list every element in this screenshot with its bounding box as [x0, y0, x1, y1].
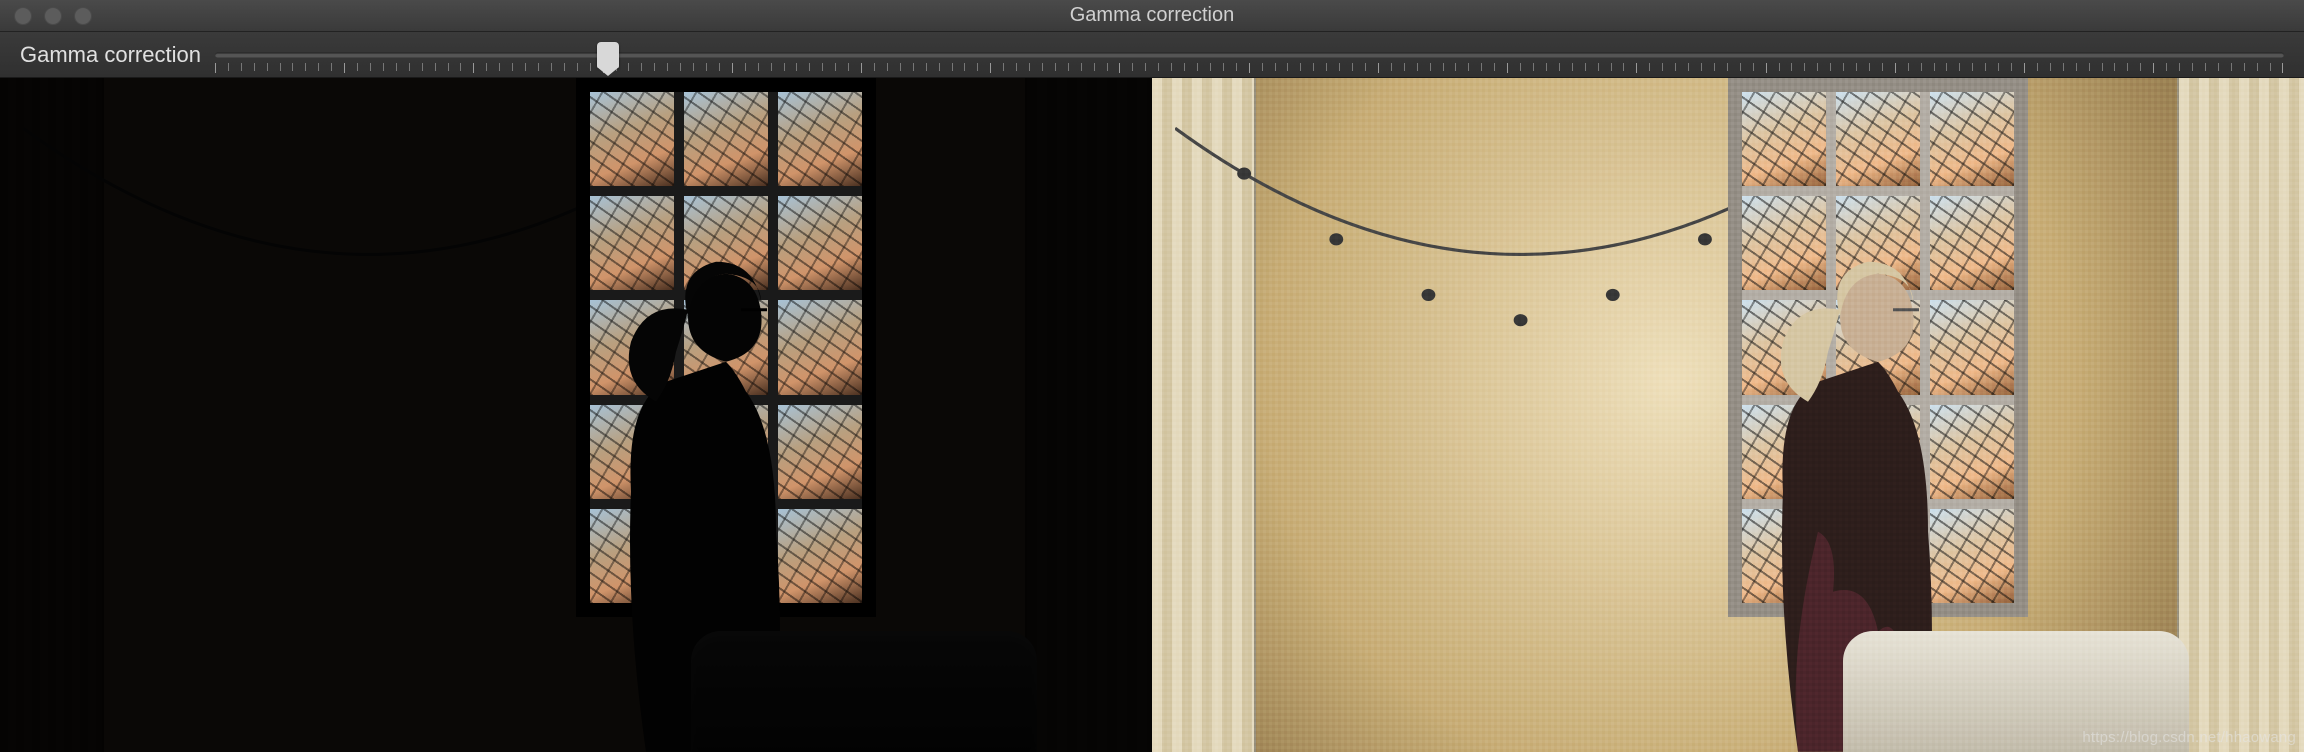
slider-bar: Gamma correction [0, 32, 2304, 78]
window-title: Gamma correction [0, 4, 2304, 27]
slider-track [215, 52, 2284, 57]
slider-thumb[interactable] [597, 42, 619, 68]
close-icon[interactable] [14, 7, 32, 25]
image-comparison: https://blog.csdn.net/hhaowang [0, 78, 2304, 752]
slider-label: Gamma correction [20, 42, 201, 68]
original-image [0, 78, 1152, 752]
slider-ticks [215, 63, 2284, 73]
corrected-image [1152, 78, 2304, 752]
minimize-icon[interactable] [44, 7, 62, 25]
titlebar: Gamma correction [0, 0, 2304, 32]
gamma-slider[interactable] [215, 32, 2284, 77]
window-controls [0, 7, 92, 25]
app-window: Gamma correction Gamma correction [0, 0, 2304, 752]
maximize-icon[interactable] [74, 7, 92, 25]
